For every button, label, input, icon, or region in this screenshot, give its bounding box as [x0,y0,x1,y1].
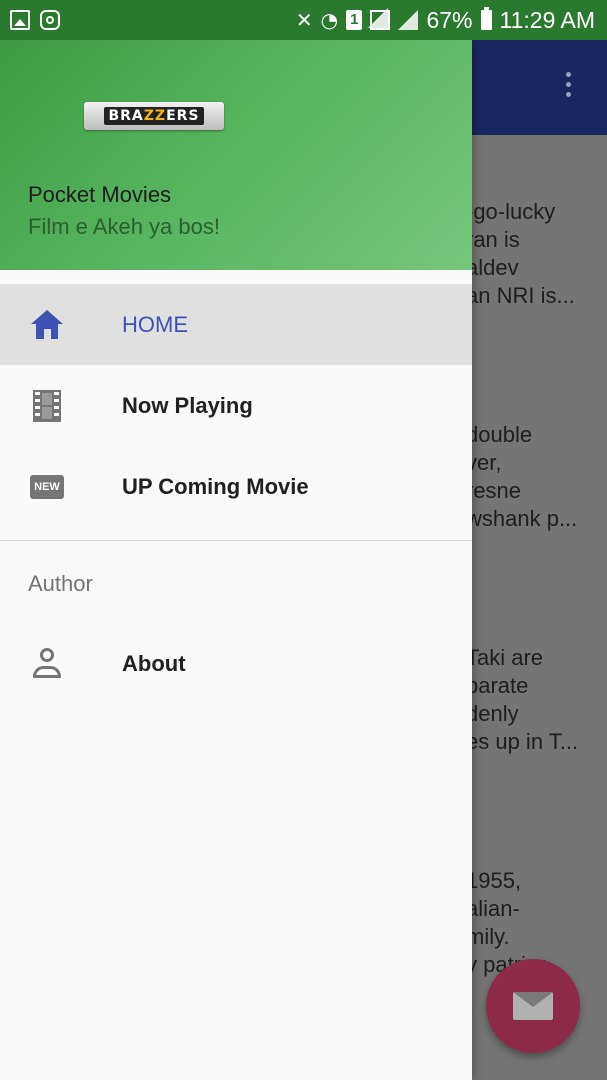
nav-item-home[interactable]: HOME [0,284,472,365]
drawer-header: BRAZZERS Pocket Movies Film e Akeh ya bo… [0,40,472,270]
list-item: Taki are parate denly es up in T... [466,645,579,754]
app-toolbar [472,40,607,135]
person-icon [30,647,64,681]
nav-item-label: Now Playing [122,392,253,418]
battery-percent: 67% [426,6,473,33]
new-badge-icon: NEW [30,470,64,504]
navigation-drawer: BRAZZERS Pocket Movies Film e Akeh ya bo… [0,40,472,1080]
nav-item-now-playing[interactable]: Now Playing [0,365,472,446]
home-icon [30,308,64,342]
mute-icon: ✕ [295,8,313,32]
nav-item-label: UP Coming Movie [122,473,309,499]
drawer-title: Pocket Movies [28,182,172,207]
battery-icon [480,7,492,30]
section-title-author: Author [28,571,93,596]
signal-sim2-icon [398,10,419,30]
menu-divider [0,540,472,541]
status-bar: ✕ ◔ 1 67% 11:29 AM [0,0,607,40]
film-icon [30,389,64,423]
wifi-icon: ◔ [320,8,339,32]
mail-icon [513,992,553,1020]
mail-fab-button[interactable] [486,959,580,1053]
sim-indicator: 1 [346,10,363,30]
nav-item-about[interactable]: About [0,624,472,704]
drawer-subtitle: Film e Akeh ya bos! [28,214,220,239]
nav-item-label: About [122,651,186,676]
list-item: -go-lucky ran is aldev an NRI is... [466,199,575,308]
instagram-notification-icon [40,10,60,30]
drawer-menu: HOME Now Playing NEW UP Coming Movie [0,284,472,527]
app-logo: BRAZZERS [84,102,224,130]
overflow-menu-icon[interactable] [566,72,572,97]
nav-item-label: HOME [122,311,188,337]
list-item: double ver, resne wshank p... [466,422,578,531]
gallery-notification-icon [10,10,30,30]
signal-sim1-icon [368,8,391,30]
clock: 11:29 AM [499,6,595,33]
nav-item-upcoming[interactable]: NEW UP Coming Movie [0,446,472,527]
